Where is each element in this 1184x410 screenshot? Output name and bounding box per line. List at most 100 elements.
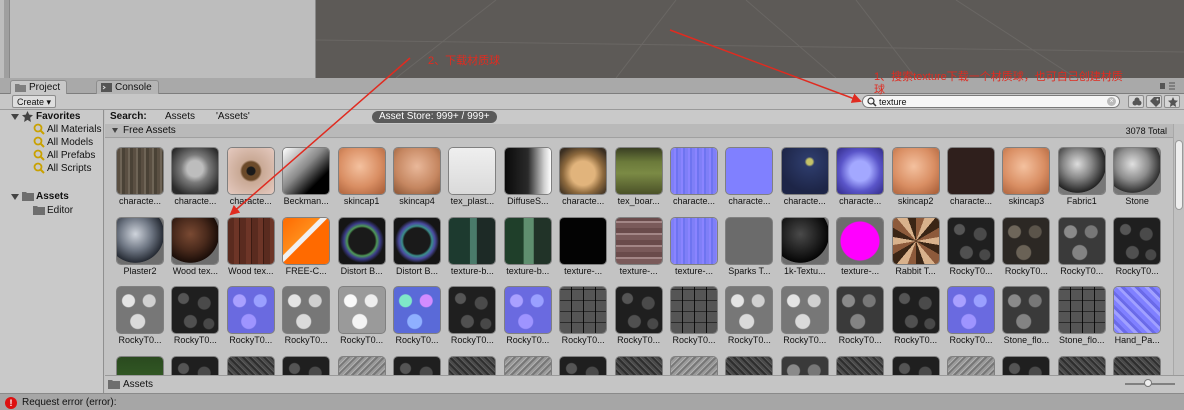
asset-tile[interactable]: RockyT0... xyxy=(943,217,999,284)
group-expand-icon[interactable] xyxy=(112,128,118,133)
search-input[interactable] xyxy=(879,96,1103,107)
asset-tile[interactable]: characte... xyxy=(666,148,722,214)
free-assets-group-header[interactable]: Free Assets 3078 Total xyxy=(105,124,1173,138)
asset-tile[interactable] xyxy=(278,356,334,375)
asset-tile[interactable]: RockyT0... xyxy=(1054,217,1110,284)
asset-tile[interactable] xyxy=(998,356,1054,375)
current-path[interactable]: Assets xyxy=(123,379,153,390)
asset-tile[interactable] xyxy=(112,356,168,375)
asset-tile[interactable]: RockyT0... xyxy=(223,287,279,353)
favorites-header[interactable]: Favorites xyxy=(36,110,80,123)
asset-tile[interactable]: Plaster2 xyxy=(112,217,168,284)
asset-tile[interactable]: Hand_Pa... xyxy=(1109,287,1165,353)
asset-tile[interactable]: RockyT0... xyxy=(1109,217,1165,284)
asset-tile[interactable]: characte... xyxy=(555,148,611,214)
thumbnail-size-slider[interactable] xyxy=(1125,379,1175,387)
asset-tile[interactable] xyxy=(721,356,777,375)
asset-tile[interactable]: Distort B... xyxy=(334,217,390,284)
asset-tile[interactable]: RockyT0... xyxy=(112,287,168,353)
asset-tile[interactable]: Sparks T... xyxy=(721,217,777,284)
favorite-search-button[interactable] xyxy=(1164,95,1180,108)
tab-project[interactable]: Project xyxy=(10,80,68,94)
asset-tile[interactable]: texture-... xyxy=(555,217,611,284)
asset-tile[interactable]: texture-... xyxy=(832,217,888,284)
asset-tile[interactable] xyxy=(167,356,223,375)
asset-tile[interactable]: characte... xyxy=(223,148,279,214)
tab-console[interactable]: Console xyxy=(96,80,159,94)
favorite-item[interactable]: All Materials xyxy=(47,123,101,136)
clear-search-icon[interactable]: × xyxy=(1107,97,1116,106)
search-by-label-button[interactable] xyxy=(1146,95,1162,108)
scope-assets[interactable]: Assets xyxy=(165,111,195,123)
asset-tile[interactable]: Stone xyxy=(1109,148,1165,214)
asset-tile[interactable] xyxy=(444,356,500,375)
asset-tile[interactable]: RockyT0... xyxy=(666,287,722,353)
panel-menu-icon[interactable] xyxy=(1156,80,1178,92)
scrollbar-thumb[interactable] xyxy=(1175,140,1183,210)
asset-tile[interactable]: RockyT0... xyxy=(611,287,667,353)
asset-tile[interactable]: RockyT0... xyxy=(777,287,833,353)
asset-tile[interactable]: skincap3 xyxy=(998,148,1054,214)
assets-folder[interactable]: Assets xyxy=(36,190,69,203)
search-field[interactable]: × xyxy=(862,95,1120,108)
asset-tile[interactable]: RockyT0... xyxy=(998,217,1054,284)
favorite-item[interactable]: All Models xyxy=(47,136,93,149)
status-bar[interactable]: ! Request error (error): xyxy=(0,393,1184,410)
asset-tile[interactable]: Beckman... xyxy=(278,148,334,214)
asset-tile[interactable]: Distort B... xyxy=(389,217,445,284)
asset-tile[interactable]: RockyT0... xyxy=(555,287,611,353)
asset-tile[interactable] xyxy=(555,356,611,375)
vertical-scrollbar[interactable] xyxy=(1173,124,1184,375)
asset-tile[interactable]: Rabbit T... xyxy=(888,217,944,284)
asset-tile[interactable] xyxy=(223,356,279,375)
asset-tile[interactable] xyxy=(611,356,667,375)
editor-folder[interactable]: Editor xyxy=(47,204,73,217)
asset-tile[interactable]: tex_boar... xyxy=(611,148,667,214)
assets-expand-icon[interactable] xyxy=(11,194,19,200)
asset-tile[interactable] xyxy=(943,356,999,375)
asset-tile[interactable]: RockyT0... xyxy=(444,287,500,353)
asset-tile[interactable]: RockyT0... xyxy=(500,287,556,353)
asset-tile[interactable]: RockyT0... xyxy=(888,287,944,353)
asset-tile[interactable]: skincap2 xyxy=(888,148,944,214)
asset-tile[interactable]: texture-... xyxy=(666,217,722,284)
asset-tile[interactable] xyxy=(888,356,944,375)
asset-tile[interactable]: characte... xyxy=(943,148,999,214)
asset-tile[interactable]: FREE-C... xyxy=(278,217,334,284)
favorite-item[interactable]: All Prefabs xyxy=(47,149,95,162)
asset-tile[interactable] xyxy=(334,356,390,375)
asset-tile[interactable]: characte... xyxy=(721,148,777,214)
asset-tile[interactable] xyxy=(832,356,888,375)
asset-tile[interactable]: Fabric1 xyxy=(1054,148,1110,214)
asset-tile[interactable]: Wood tex... xyxy=(223,217,279,284)
asset-tile[interactable]: skincap4 xyxy=(389,148,445,214)
asset-tile[interactable]: texture-b... xyxy=(444,217,500,284)
asset-tile[interactable]: skincap1 xyxy=(334,148,390,214)
asset-tile[interactable] xyxy=(389,356,445,375)
slider-knob[interactable] xyxy=(1144,379,1152,387)
scope-asset-store[interactable]: Asset Store: 999+ / 999+ xyxy=(372,111,497,123)
asset-tile[interactable] xyxy=(1054,356,1110,375)
asset-tile[interactable]: characte... xyxy=(777,148,833,214)
asset-tile[interactable]: texture-b... xyxy=(500,217,556,284)
asset-tile[interactable]: RockyT0... xyxy=(832,287,888,353)
asset-tile[interactable] xyxy=(1109,356,1165,375)
asset-tile[interactable]: RockyT0... xyxy=(167,287,223,353)
asset-tile[interactable] xyxy=(666,356,722,375)
create-button[interactable]: Create ▾ xyxy=(12,95,57,108)
asset-tile[interactable]: RockyT0... xyxy=(278,287,334,353)
asset-tile[interactable]: characte... xyxy=(832,148,888,214)
asset-tile[interactable]: RockyT0... xyxy=(943,287,999,353)
asset-tile[interactable]: tex_plast... xyxy=(444,148,500,214)
favorites-expand-icon[interactable] xyxy=(11,114,19,120)
asset-tile[interactable]: Wood tex... xyxy=(167,217,223,284)
asset-tile[interactable] xyxy=(500,356,556,375)
asset-tile[interactable]: Stone_flo... xyxy=(998,287,1054,353)
asset-tile[interactable]: Stone_flo... xyxy=(1054,287,1110,353)
favorite-item[interactable]: All Scripts xyxy=(47,162,91,175)
asset-tile[interactable]: texture-... xyxy=(611,217,667,284)
asset-tile[interactable]: RockyT0... xyxy=(334,287,390,353)
scope-assets-folder[interactable]: 'Assets' xyxy=(216,111,250,123)
asset-tile[interactable] xyxy=(777,356,833,375)
search-by-type-button[interactable] xyxy=(1128,95,1144,108)
